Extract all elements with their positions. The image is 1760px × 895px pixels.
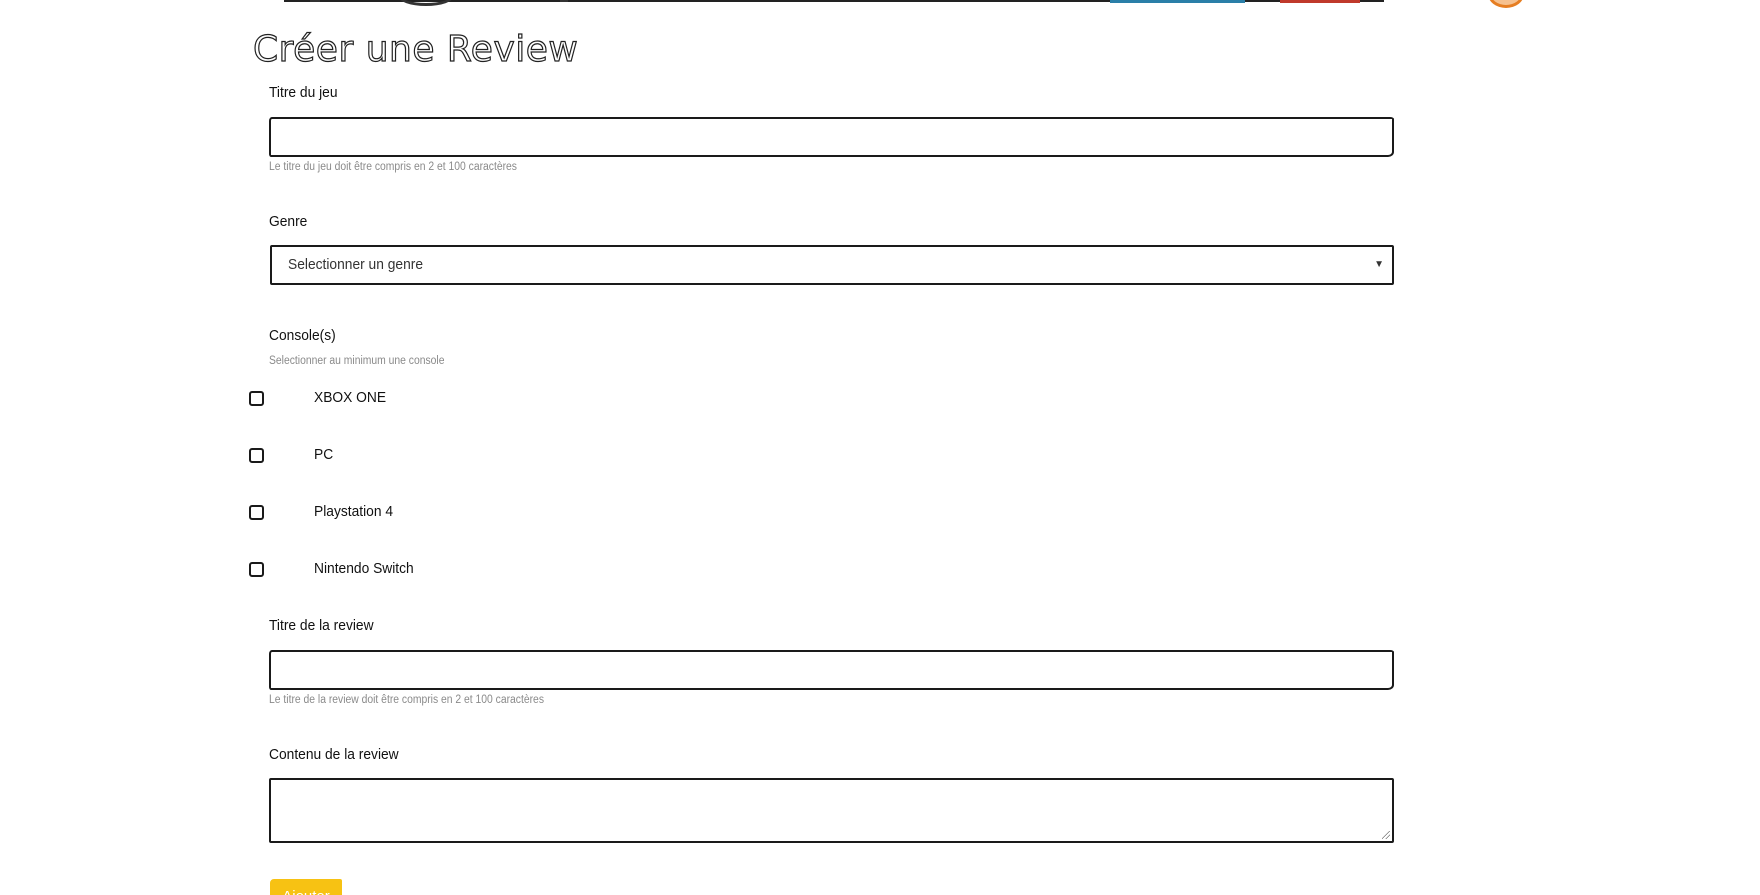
console-option-label: XBOX ONE bbox=[314, 389, 387, 406]
console-checkbox[interactable] bbox=[249, 448, 264, 463]
header-glyph bbox=[560, 0, 568, 2]
resize-handle-icon[interactable] bbox=[1382, 831, 1390, 839]
consoles-help: Selectionner au minimum une console bbox=[269, 355, 445, 367]
add-button[interactable]: Ajouter bbox=[270, 879, 342, 895]
genre-selected-value: Selectionner un genre bbox=[288, 256, 424, 273]
avatar[interactable] bbox=[1488, 0, 1524, 8]
game-title-input[interactable] bbox=[269, 117, 1394, 157]
console-option-label: PC bbox=[314, 446, 334, 463]
genre-select[interactable]: Selectionner un genre ▼ bbox=[270, 245, 1394, 285]
page: Créer une Review Titre du jeu Le titre d… bbox=[0, 0, 1760, 895]
review-title-label: Titre de la review bbox=[269, 617, 374, 634]
review-title-input[interactable] bbox=[269, 650, 1394, 690]
console-checkbox[interactable] bbox=[249, 562, 264, 577]
consoles-label: Console(s) bbox=[269, 327, 336, 344]
chevron-down-icon: ▼ bbox=[1374, 259, 1384, 270]
console-checkbox[interactable] bbox=[249, 391, 264, 406]
logo[interactable] bbox=[398, 0, 454, 6]
review-content-textarea[interactable] bbox=[269, 778, 1394, 843]
console-checkbox[interactable] bbox=[249, 505, 264, 520]
console-option-label: Playstation 4 bbox=[314, 503, 394, 520]
header-glyph bbox=[310, 0, 320, 2]
game-title-label: Titre du jeu bbox=[269, 84, 338, 101]
nav-button-accent[interactable] bbox=[1110, 0, 1245, 3]
genre-label: Genre bbox=[269, 213, 308, 230]
review-content-label: Contenu de la review bbox=[269, 746, 399, 763]
nav-button-accent[interactable] bbox=[1280, 0, 1360, 3]
console-option-label: Nintendo Switch bbox=[314, 560, 414, 577]
page-title: Créer une Review bbox=[252, 28, 579, 70]
game-title-help: Le titre du jeu doit être compris en 2 e… bbox=[269, 161, 517, 173]
review-title-help: Le titre de la review doit être compris … bbox=[269, 694, 544, 706]
